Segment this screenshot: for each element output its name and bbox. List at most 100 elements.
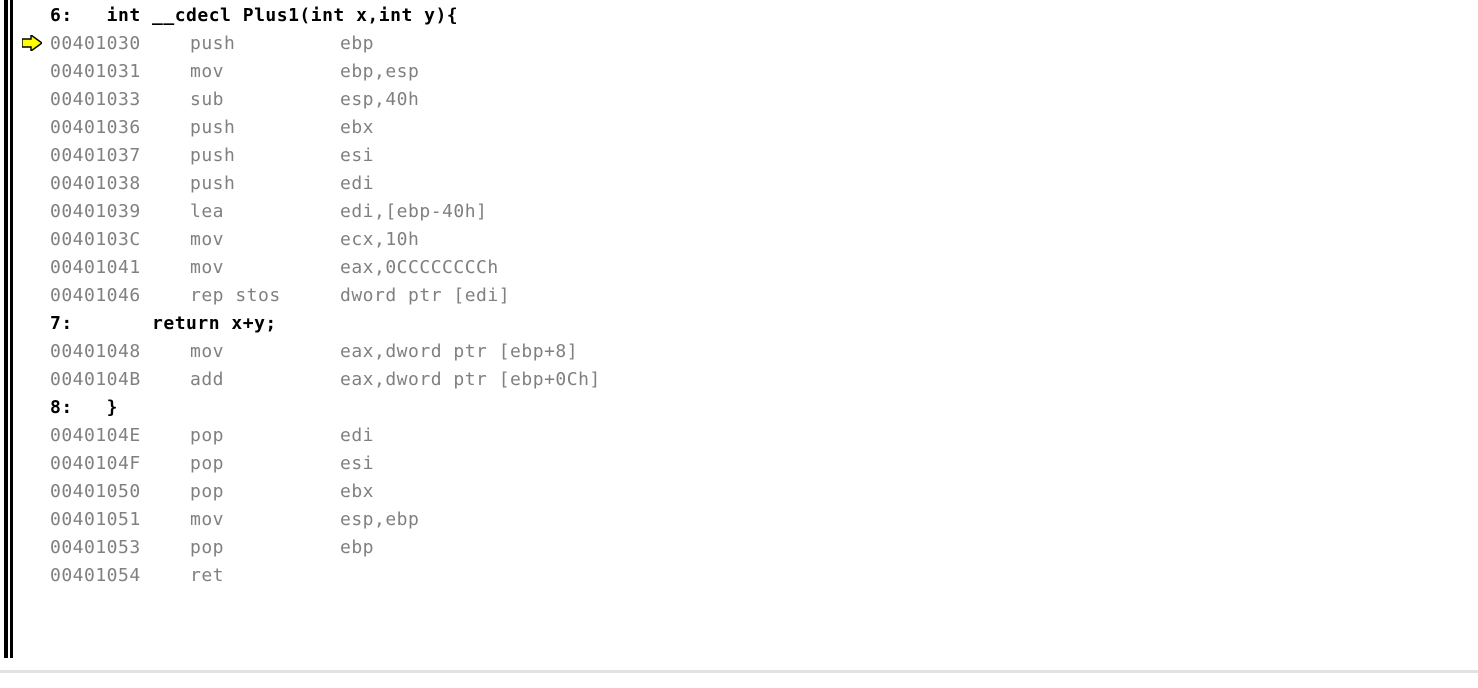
gutter[interactable] (16, 142, 50, 170)
instruction-operands: eax,dword ptr [ebp+8] (340, 341, 578, 362)
instruction-address: 0040104B (50, 366, 190, 394)
gutter[interactable] (16, 450, 50, 478)
instruction-address: 0040103C (50, 226, 190, 254)
bottom-separator (0, 670, 1478, 673)
instruction-address: 00401036 (50, 114, 190, 142)
source-line[interactable]: 8: } (16, 394, 601, 422)
instruction-address: 00401033 (50, 86, 190, 114)
gutter[interactable] (16, 30, 50, 58)
disassembly-line[interactable]: 00401039leaedi,[ebp-40h] (16, 198, 601, 226)
instruction-operands: esp,40h (340, 89, 419, 110)
instruction-mnemonic: push (190, 30, 340, 58)
disassembly-line[interactable]: 00401048moveax,dword ptr [ebp+8] (16, 338, 601, 366)
instruction-address: 0040104E (50, 422, 190, 450)
instruction-mnemonic: pop (190, 478, 340, 506)
disassembly-line[interactable]: 0040104Epopedi (16, 422, 601, 450)
gutter[interactable] (16, 58, 50, 86)
disassembly-line[interactable]: 00401046rep stosdword ptr [edi] (16, 282, 601, 310)
instruction-mnemonic: push (190, 170, 340, 198)
instruction-address: 00401051 (50, 506, 190, 534)
disassembly-line[interactable]: 0040103Cmovecx,10h (16, 226, 601, 254)
gutter[interactable] (16, 422, 50, 450)
instruction-address: 00401031 (50, 58, 190, 86)
instruction-operands: ebp,esp (340, 61, 419, 82)
instruction-mnemonic: mov (190, 506, 340, 534)
disassembly-line[interactable]: 00401054ret (16, 562, 601, 590)
instruction-address: 00401037 (50, 142, 190, 170)
instruction-operands: edi (340, 425, 374, 446)
source-text: 7: return x+y; (50, 313, 277, 334)
pane-border-outer (4, 0, 8, 658)
instruction-address: 00401050 (50, 478, 190, 506)
current-instruction-arrow-icon (22, 35, 42, 51)
instruction-operands: ebp (340, 537, 374, 558)
gutter[interactable] (16, 478, 50, 506)
pane-border-inner (10, 0, 13, 658)
instruction-operands: eax,dword ptr [ebp+0Ch] (340, 369, 601, 390)
instruction-operands: ebx (340, 481, 374, 502)
instruction-address: 00401038 (50, 170, 190, 198)
code-lines: 6: int __cdecl Plus1(int x,int y){ 004010… (16, 2, 601, 590)
gutter[interactable] (16, 366, 50, 394)
gutter[interactable] (16, 86, 50, 114)
gutter[interactable] (16, 198, 50, 226)
gutter[interactable] (16, 2, 50, 30)
instruction-operands: esp,ebp (340, 509, 419, 530)
disassembly-line[interactable]: 00401031movebp,esp (16, 58, 601, 86)
instruction-address: 00401046 (50, 282, 190, 310)
disassembly-line[interactable]: 00401030pushebp (16, 30, 601, 58)
instruction-address: 00401030 (50, 30, 190, 58)
gutter[interactable] (16, 114, 50, 142)
gutter[interactable] (16, 170, 50, 198)
instruction-address: 00401053 (50, 534, 190, 562)
disassembly-line[interactable]: 0040104Baddeax,dword ptr [ebp+0Ch] (16, 366, 601, 394)
source-text: 6: int __cdecl Plus1(int x,int y){ (50, 5, 458, 26)
gutter[interactable] (16, 534, 50, 562)
disassembly-line[interactable]: 00401050popebx (16, 478, 601, 506)
instruction-operands: ecx,10h (340, 229, 419, 250)
gutter[interactable] (16, 562, 50, 590)
gutter[interactable] (16, 226, 50, 254)
instruction-operands: edi (340, 173, 374, 194)
instruction-mnemonic: sub (190, 86, 340, 114)
disassembly-line[interactable]: 00401033subesp,40h (16, 86, 601, 114)
instruction-mnemonic: mov (190, 338, 340, 366)
instruction-address: 00401054 (50, 562, 190, 590)
instruction-operands: eax,0CCCCCCCCh (340, 257, 499, 278)
disassembly-line[interactable]: 0040104Fpopesi (16, 450, 601, 478)
instruction-operands: esi (340, 145, 374, 166)
instruction-operands: edi,[ebp-40h] (340, 201, 487, 222)
instruction-mnemonic: mov (190, 58, 340, 86)
instruction-mnemonic: mov (190, 254, 340, 282)
instruction-mnemonic: pop (190, 422, 340, 450)
instruction-mnemonic: push (190, 114, 340, 142)
source-text: 8: } (50, 397, 118, 418)
disassembly-line[interactable]: 00401037pushesi (16, 142, 601, 170)
instruction-address: 0040104F (50, 450, 190, 478)
source-line[interactable]: 7: return x+y; (16, 310, 601, 338)
instruction-address: 00401041 (50, 254, 190, 282)
gutter[interactable] (16, 338, 50, 366)
gutter[interactable] (16, 506, 50, 534)
instruction-operands: esi (340, 453, 374, 474)
instruction-mnemonic: ret (190, 562, 340, 590)
instruction-address: 00401039 (50, 198, 190, 226)
disassembly-line[interactable]: 00401053popebp (16, 534, 601, 562)
instruction-operands: ebp (340, 33, 374, 54)
disassembly-pane[interactable]: 6: int __cdecl Plus1(int x,int y){ 004010… (0, 0, 1478, 688)
disassembly-line[interactable]: 00401038pushedi (16, 170, 601, 198)
disassembly-line[interactable]: 00401051movesp,ebp (16, 506, 601, 534)
gutter[interactable] (16, 394, 50, 422)
disassembly-line[interactable]: 00401036pushebx (16, 114, 601, 142)
instruction-mnemonic: lea (190, 198, 340, 226)
gutter[interactable] (16, 282, 50, 310)
instruction-mnemonic: pop (190, 534, 340, 562)
instruction-mnemonic: push (190, 142, 340, 170)
instruction-mnemonic: rep stos (190, 282, 340, 310)
instruction-operands: dword ptr [edi] (340, 285, 510, 306)
gutter[interactable] (16, 310, 50, 338)
source-line[interactable]: 6: int __cdecl Plus1(int x,int y){ (16, 2, 601, 30)
instruction-address: 00401048 (50, 338, 190, 366)
disassembly-line[interactable]: 00401041moveax,0CCCCCCCCh (16, 254, 601, 282)
gutter[interactable] (16, 254, 50, 282)
